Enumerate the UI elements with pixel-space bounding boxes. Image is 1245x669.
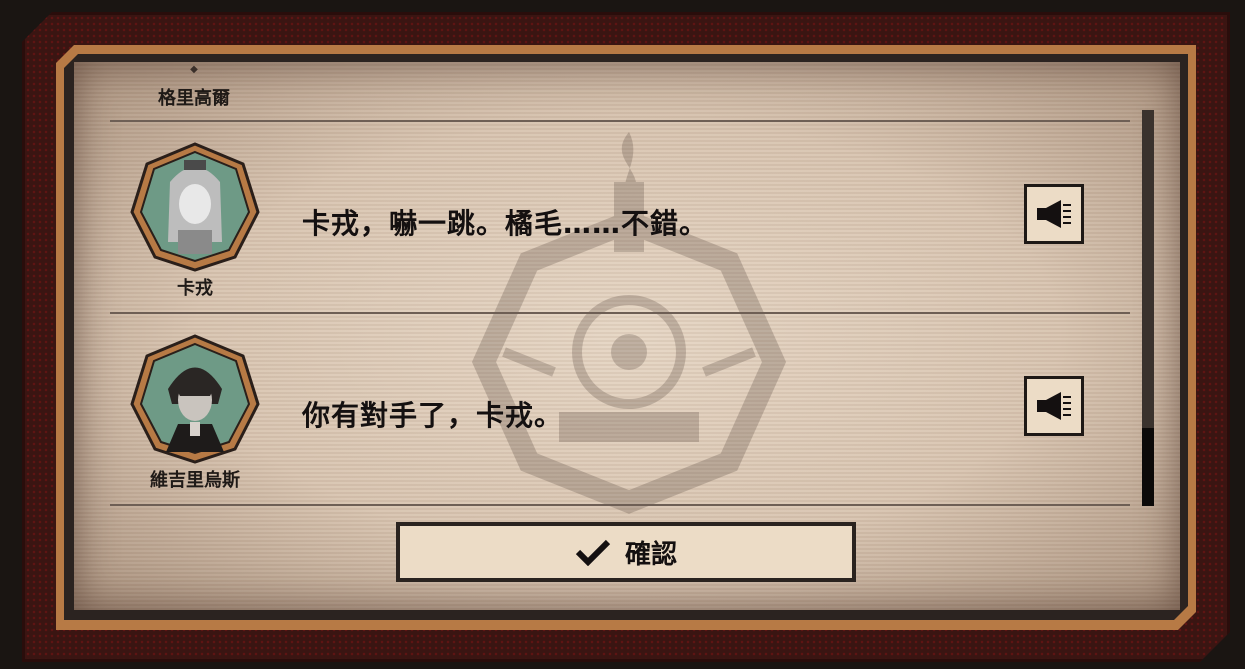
speaker-icon — [1037, 200, 1071, 228]
play-voice-button[interactable] — [1024, 184, 1084, 244]
confirm-label: 確認 — [624, 539, 677, 570]
dialogue-line: 你有對手了，卡戎。 — [302, 399, 564, 432]
divider — [110, 120, 1130, 122]
divider — [110, 312, 1130, 314]
avatar — [130, 142, 260, 272]
checkmark-icon — [575, 539, 611, 566]
speaker-name: 格里高爾 — [158, 88, 230, 109]
divider — [110, 504, 1130, 506]
scrollbar-thumb[interactable] — [1142, 428, 1154, 506]
avatar — [130, 334, 260, 464]
log-entry: 維吉里烏斯 你有對手了，卡戎。 — [74, 316, 1144, 506]
dialogue-log-panel: ◆ 格里高爾 卡戎 卡戎，嚇一跳。橘毛……不錯。 維吉里烏斯 你有對手了，卡戎。… — [74, 62, 1180, 610]
dialogue-line: 卡戎，嚇一跳。橘毛……不錯。 — [302, 207, 709, 240]
entry-marker-icon: ◆ — [190, 64, 198, 75]
play-voice-button[interactable] — [1024, 376, 1084, 436]
speaker-name: 維吉里烏斯 — [150, 470, 240, 491]
log-entry: 卡戎 卡戎，嚇一跳。橘毛……不錯。 — [74, 124, 1144, 314]
speaker-name: 卡戎 — [177, 278, 213, 299]
confirm-button[interactable]: 確認 — [396, 522, 856, 582]
log-scrollbar[interactable] — [1142, 110, 1154, 506]
speaker-icon — [1037, 392, 1071, 420]
